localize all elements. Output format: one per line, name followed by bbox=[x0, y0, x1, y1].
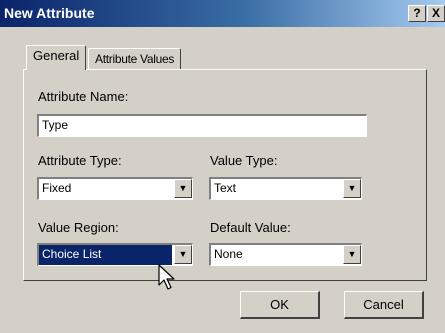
default-value-value: None bbox=[214, 247, 243, 261]
dialog-title: New Attribute bbox=[4, 5, 95, 21]
help-button[interactable]: ? bbox=[408, 5, 426, 22]
default-value-label: Default Value: bbox=[210, 220, 291, 235]
title-bar[interactable]: New Attribute ? X bbox=[0, 0, 445, 27]
value-type-combo[interactable]: Text ▼ bbox=[209, 177, 362, 200]
attribute-type-combo[interactable]: Fixed ▼ bbox=[37, 177, 193, 200]
attribute-name-input[interactable]: Type bbox=[37, 114, 367, 137]
tab-attribute-values[interactable]: Attribute Values bbox=[88, 48, 182, 70]
value-region-value: Choice List bbox=[39, 245, 172, 265]
mouse-pointer-icon bbox=[158, 264, 175, 290]
ok-button[interactable]: OK bbox=[240, 291, 320, 319]
attribute-type-value: Fixed bbox=[42, 181, 72, 195]
tab-general[interactable]: General bbox=[26, 45, 87, 70]
attribute-name-label: Attribute Name: bbox=[38, 89, 129, 104]
attribute-type-label: Attribute Type: bbox=[38, 153, 122, 168]
value-type-value: Text bbox=[214, 181, 237, 195]
cancel-button[interactable]: Cancel bbox=[344, 291, 424, 319]
default-value-combo[interactable]: None ▼ bbox=[209, 243, 362, 266]
chevron-down-icon[interactable]: ▼ bbox=[343, 245, 361, 264]
chevron-down-icon[interactable]: ▼ bbox=[174, 245, 192, 264]
new-attribute-dialog: New Attribute ? X General Attribute Valu… bbox=[0, 0, 445, 333]
chevron-down-icon[interactable]: ▼ bbox=[343, 179, 361, 198]
chevron-down-icon[interactable]: ▼ bbox=[174, 179, 192, 198]
value-type-label: Value Type: bbox=[210, 153, 278, 168]
value-region-label: Value Region: bbox=[38, 220, 119, 235]
close-button[interactable]: X bbox=[427, 5, 445, 22]
